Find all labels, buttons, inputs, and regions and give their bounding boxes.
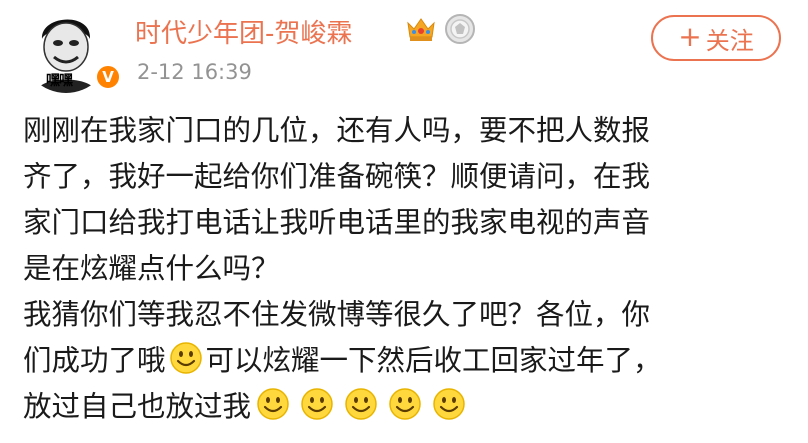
- content-line: 家门口给我打电话让我听电话里的我家电视的声音: [23, 206, 651, 239]
- post-content: 刚刚在我家门口的几位，还有人吗，要不把人数报 齐了，我好一起给你们准备碗筷？顺便…: [23, 108, 793, 430]
- medal-badge-icon[interactable]: [443, 12, 477, 46]
- content-line: 放过自己也放过我: [23, 384, 793, 430]
- content-line: 们成功了哦 可以炫耀一下然后收工回家过年了，: [23, 338, 793, 384]
- content-line: 齐了，我好一起给你们准备碗筷？顺便请问，在我: [23, 160, 651, 193]
- smile-emoji-icon: [345, 388, 377, 420]
- plus-icon: +: [678, 20, 702, 53]
- smile-emoji-icon: [301, 388, 333, 420]
- content-text: 放过自己也放过我: [23, 390, 252, 423]
- crown-badge-icon[interactable]: [405, 13, 437, 43]
- follow-label: 关注: [705, 26, 754, 55]
- content-line: 我猜你们等我忍不住发微博等很久了吧？各位，你: [23, 298, 651, 331]
- smile-emoji-icon: [389, 388, 421, 420]
- smile-emoji-icon: [433, 388, 465, 420]
- smile-emoji-icon: [257, 388, 289, 420]
- avatar-caption: 嘿嘿: [46, 73, 73, 89]
- content-line: 刚刚在我家门口的几位，还有人吗，要不把人数报: [23, 114, 651, 147]
- post-timestamp: 2-12 16:39: [137, 60, 252, 84]
- follow-button[interactable]: + 关注: [651, 15, 781, 61]
- post-header: 嘿嘿 V 时代少年团-贺峻霖 2-12 16:39 + 关注: [0, 0, 808, 100]
- smile-emoji-icon: [169, 342, 202, 374]
- content-text: 可以炫耀一下然后收工回家过年了，: [205, 344, 662, 377]
- content-line: 是在炫耀点什么吗？: [23, 252, 280, 285]
- content-text: 们成功了哦: [23, 344, 166, 377]
- author-name[interactable]: 时代少年团-贺峻霖: [135, 13, 352, 50]
- verified-badge-icon: V: [95, 64, 121, 90]
